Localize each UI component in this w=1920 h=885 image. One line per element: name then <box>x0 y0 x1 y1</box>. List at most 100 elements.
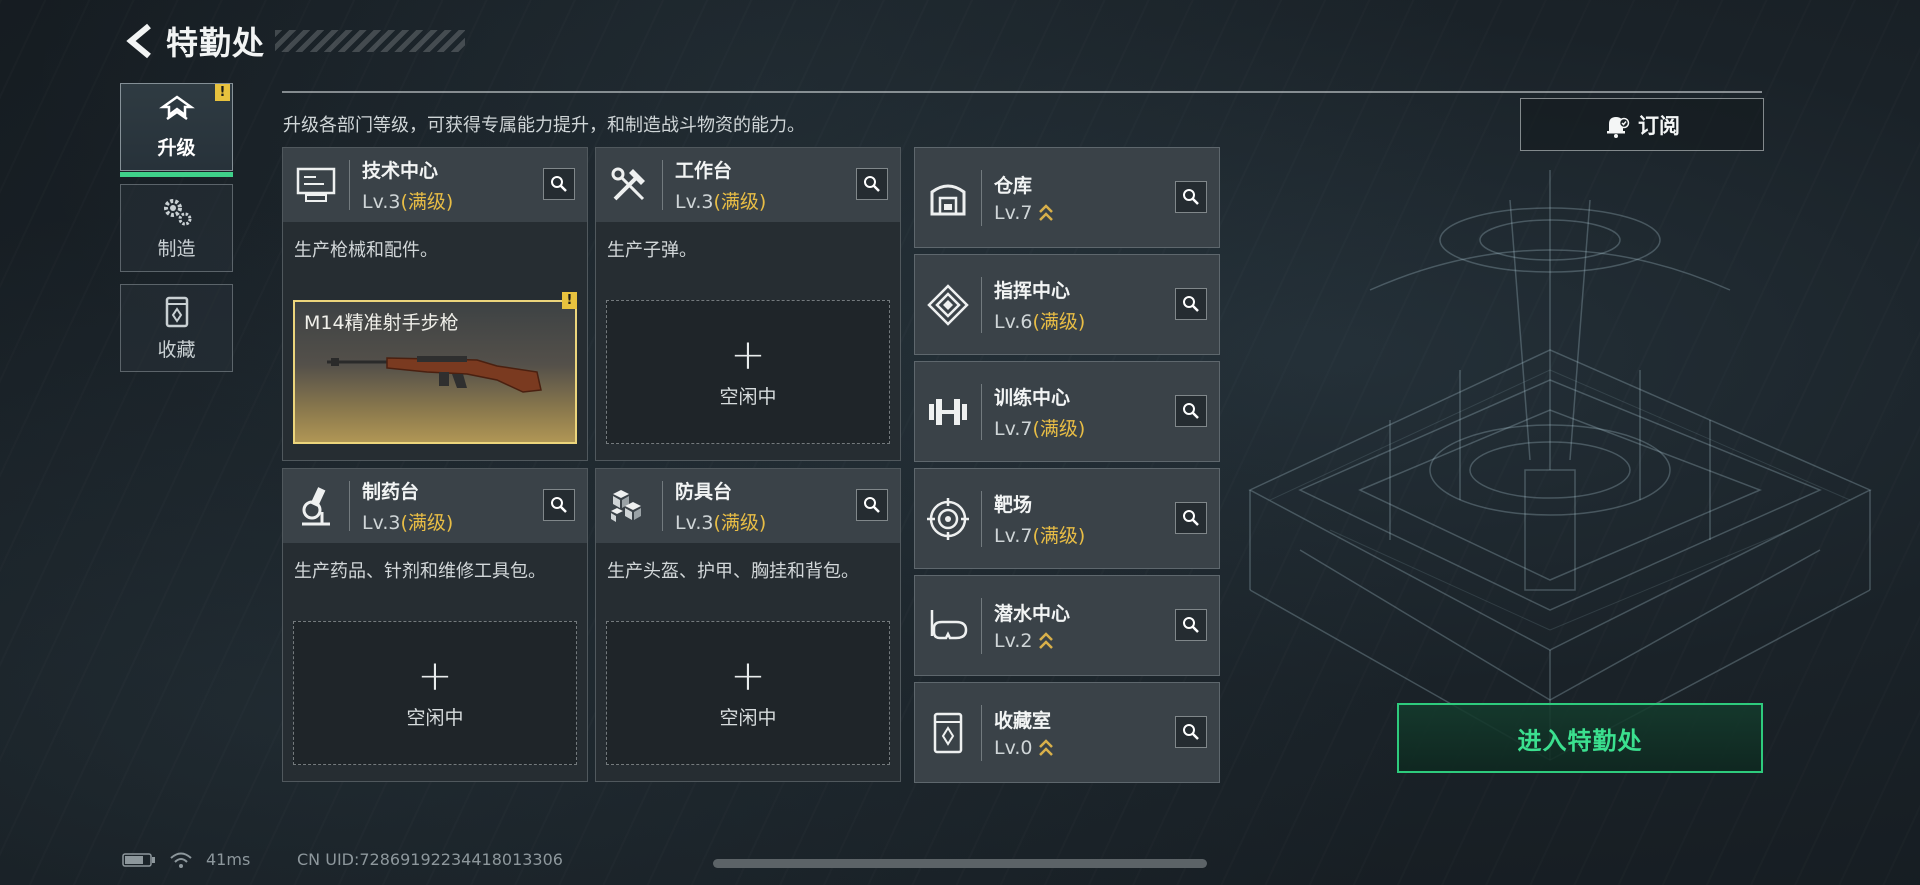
ping-value: 41ms <box>206 850 251 869</box>
separator <box>981 383 982 440</box>
tab-label: 升级 <box>157 136 196 159</box>
level-value: Lv.3 <box>675 191 714 213</box>
bell-icon <box>1607 116 1630 138</box>
slot-state: 空闲中 <box>719 706 777 729</box>
card-description: 生产头盔、护甲、胸挂和背包。 <box>607 561 859 582</box>
search-icon <box>551 176 567 192</box>
tools-icon <box>596 148 662 222</box>
command-emblem-icon <box>915 254 981 355</box>
card-level: Lv.7 <box>994 202 1054 225</box>
search-button[interactable] <box>543 168 575 200</box>
max-level-tag: (满级) <box>713 191 767 213</box>
card-workbench[interactable]: 工作台 Lv.3(满级) 生产子弹。 + 空闲中 <box>595 147 901 461</box>
separator <box>981 490 982 547</box>
home-indicator[interactable] <box>713 859 1207 868</box>
card-level: Lv.3(满级) <box>675 187 766 214</box>
level-value: Lv.7 <box>994 524 1033 547</box>
search-button[interactable] <box>543 489 575 521</box>
card-header: 制药台 Lv.3(满级) <box>283 469 587 543</box>
level-value: Lv.0 <box>994 736 1033 759</box>
production-slot-empty[interactable]: + 空闲中 <box>293 621 577 765</box>
subscribe-button[interactable]: 订阅 <box>1520 98 1764 151</box>
card-name: 靶场 <box>994 493 1033 516</box>
card-name: 防具台 <box>675 481 733 503</box>
separator <box>662 160 663 210</box>
back-button[interactable] <box>120 18 160 64</box>
separator <box>349 160 350 210</box>
plus-icon: + <box>730 329 766 379</box>
search-button[interactable] <box>1175 716 1207 748</box>
card-command-center[interactable]: 指挥中心 Lv.6(满级) <box>914 254 1220 355</box>
collection-icon <box>165 296 188 327</box>
warehouse-icon <box>915 147 981 248</box>
card-header: 技术中心 Lv.3(满级) <box>283 148 587 222</box>
tab-upgrade[interactable]: 升级 ! <box>120 83 233 177</box>
slot-state: 空闲中 <box>406 706 464 729</box>
card-armor-bench[interactable]: 防具台 Lv.3(满级) 生产头盔、护甲、胸挂和背包。 + 空闲中 <box>595 468 901 782</box>
search-icon <box>1183 617 1199 633</box>
search-icon <box>1183 296 1199 312</box>
search-icon <box>1183 403 1199 419</box>
card-header: 工作台 Lv.3(满级) <box>596 148 900 222</box>
card-training-center[interactable]: 训练中心 Lv.7(满级) <box>914 361 1220 462</box>
card-header: 防具台 Lv.3(满级) <box>596 469 900 543</box>
search-button[interactable] <box>1175 502 1207 534</box>
card-diving-center[interactable]: 潜水中心 Lv.2 <box>914 575 1220 676</box>
page-description: 升级各部门等级，可获得专属能力提升，和制造战斗物资的能力。 <box>283 115 805 136</box>
alert-badge: ! <box>215 84 230 101</box>
card-shooting-range[interactable]: 靶场 Lv.7(满级) <box>914 468 1220 569</box>
search-button[interactable] <box>856 168 888 200</box>
upgrade-available-icon <box>1039 632 1054 650</box>
user-uid: CN UID:72869192234418013306 <box>297 850 563 869</box>
boxes-icon <box>596 469 662 543</box>
search-button[interactable] <box>1175 181 1207 213</box>
search-button[interactable] <box>1175 609 1207 641</box>
search-button[interactable] <box>856 489 888 521</box>
plus-icon: + <box>417 650 453 700</box>
divider <box>282 91 1762 93</box>
level-value: Lv.3 <box>362 512 401 534</box>
card-collection-room[interactable]: 收藏室 Lv.0 <box>914 682 1220 783</box>
card-level: Lv.2 <box>994 630 1070 653</box>
separator <box>981 169 982 226</box>
card-level: Lv.3(满级) <box>675 508 766 535</box>
wifi-icon <box>170 852 192 868</box>
card-name: 仓库 <box>994 174 1033 197</box>
card-name: 技术中心 <box>362 160 439 182</box>
separator <box>349 481 350 531</box>
tab-collection[interactable]: 收藏 <box>120 284 233 372</box>
tab-craft[interactable]: 制造 <box>120 184 233 272</box>
search-icon <box>864 176 880 192</box>
diving-mask-icon <box>915 575 981 676</box>
card-tech-center[interactable]: 技术中心 Lv.3(满级) 生产枪械和配件。 M14精准射手步枪 ! <box>282 147 588 461</box>
card-pharmacy[interactable]: 制药台 Lv.3(满级) 生产药品、针剂和维修工具包。 + 空闲中 <box>282 468 588 782</box>
search-icon <box>1183 510 1199 526</box>
card-description: 生产枪械和配件。 <box>294 240 438 261</box>
dumbbell-icon <box>915 361 981 462</box>
collection-case-icon <box>915 682 981 783</box>
card-warehouse[interactable]: 仓库 Lv.7 <box>914 147 1220 248</box>
upgrade-icon <box>158 94 195 120</box>
max-level-tag: (满级) <box>1032 417 1086 440</box>
search-icon <box>1183 724 1199 740</box>
card-level: Lv.0 <box>994 737 1054 760</box>
max-level-tag: (满级) <box>400 191 454 213</box>
slot-state: 空闲中 <box>719 385 777 408</box>
search-icon <box>864 497 880 513</box>
gear-icon <box>163 198 191 225</box>
card-level: Lv.7(满级) <box>994 414 1085 441</box>
card-level: Lv.3(满级) <box>362 187 453 214</box>
tab-label: 制造 <box>157 237 196 260</box>
separator <box>981 704 982 761</box>
enter-facility-button[interactable]: 进入特勤处 <box>1397 703 1763 773</box>
production-slot-empty[interactable]: + 空闲中 <box>606 621 890 765</box>
back-arrow-icon <box>126 23 151 59</box>
enter-label: 进入特勤处 <box>1517 726 1643 755</box>
production-slot-active[interactable]: M14精准射手步枪 ! <box>293 292 577 444</box>
rifle-image <box>327 356 542 393</box>
search-button[interactable] <box>1175 288 1207 320</box>
search-icon <box>1183 189 1199 205</box>
separator <box>662 481 663 531</box>
search-button[interactable] <box>1175 395 1207 427</box>
production-slot-empty[interactable]: + 空闲中 <box>606 300 890 444</box>
